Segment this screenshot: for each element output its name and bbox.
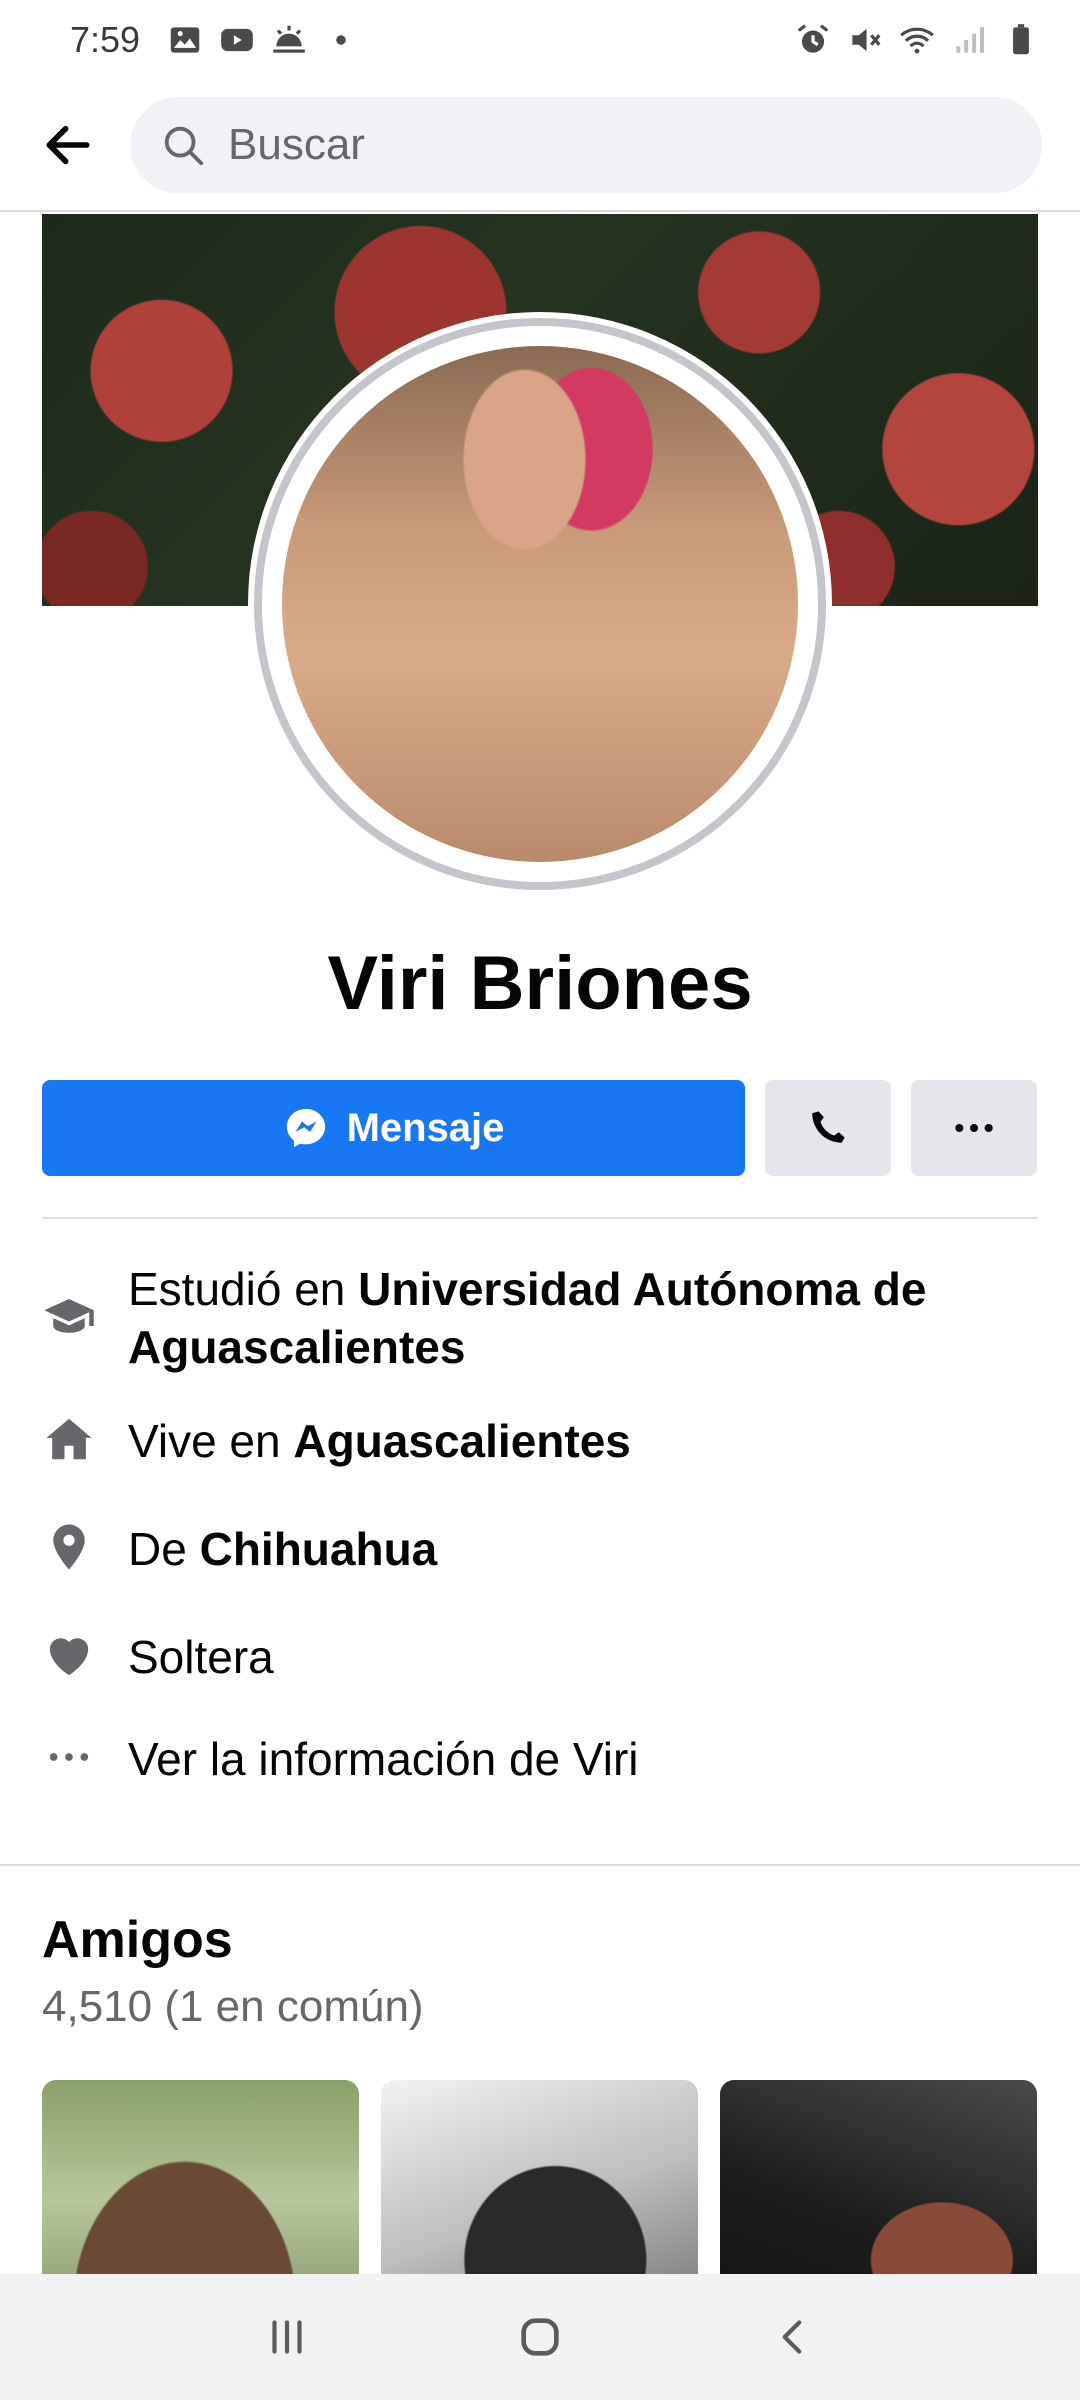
- study-prefix: Estudió en: [128, 1263, 359, 1315]
- weather-icon: [270, 21, 308, 59]
- profile-photo-frame: [248, 312, 832, 896]
- more-icon: [952, 1118, 996, 1138]
- info-see-more[interactable]: Ver la información de Viri: [42, 1730, 1038, 1788]
- status-right-icons: [794, 21, 1040, 59]
- home-button-icon[interactable]: [500, 2297, 580, 2377]
- lives-place[interactable]: Aguascalientes: [293, 1415, 630, 1467]
- battery-icon: [1002, 21, 1040, 59]
- info-from: De Chihuahua: [42, 1520, 1038, 1578]
- status-bar: 7:59: [0, 0, 1080, 80]
- profile-actions: Mensaje: [42, 1080, 1038, 1176]
- profile-name: Viri Briones: [327, 941, 753, 1026]
- friends-title[interactable]: Amigos: [42, 1910, 233, 1970]
- section-divider: [0, 1864, 1080, 1866]
- phone-icon: [807, 1107, 849, 1149]
- friends-grid: [42, 2080, 1038, 2274]
- image-icon: [166, 21, 204, 59]
- call-button[interactable]: [765, 1080, 891, 1176]
- location-pin-icon: [42, 1520, 96, 1574]
- status-time: 7:59: [70, 19, 141, 60]
- signal-icon: [950, 21, 988, 59]
- recent-apps-icon[interactable]: [247, 2297, 327, 2377]
- info-relationship: Soltera: [42, 1628, 1038, 1686]
- back-arrow-icon[interactable]: [38, 115, 98, 175]
- see-more-link[interactable]: Ver la información de Viri: [128, 1730, 639, 1788]
- profile-info-list: Estudió en Universidad Autónoma de Aguas…: [42, 1260, 1038, 1788]
- relationship-text: Soltera: [128, 1631, 274, 1683]
- search-header: [0, 80, 1080, 212]
- info-study: Estudió en Universidad Autónoma de Aguas…: [42, 1260, 1038, 1376]
- profile-photo[interactable]: [282, 346, 798, 862]
- friend-photo[interactable]: [42, 2080, 359, 2274]
- profile-photo-border: [254, 318, 826, 890]
- search-box[interactable]: [130, 97, 1042, 193]
- info-lives: Vive en Aguascalientes: [42, 1412, 1038, 1470]
- graduation-cap-icon: [42, 1290, 96, 1344]
- back-button-icon[interactable]: [753, 2297, 833, 2377]
- info-lives-text: Vive en Aguascalientes: [128, 1412, 631, 1470]
- divider: [42, 1217, 1038, 1219]
- more-button[interactable]: [911, 1080, 1037, 1176]
- alarm-icon: [794, 21, 832, 59]
- message-button[interactable]: Mensaje: [42, 1080, 745, 1176]
- message-label: Mensaje: [346, 1105, 505, 1150]
- search-input[interactable]: [228, 120, 1012, 170]
- friend-photo[interactable]: [381, 2080, 698, 2274]
- from-place[interactable]: Chihuahua: [200, 1523, 438, 1575]
- info-from-text: De Chihuahua: [128, 1520, 437, 1578]
- messenger-icon: [283, 1105, 329, 1151]
- status-left-icons: [166, 21, 360, 59]
- dot-icon: [322, 21, 360, 59]
- info-study-text: Estudió en Universidad Autónoma de Aguas…: [128, 1260, 1038, 1376]
- lives-prefix: Vive en: [128, 1415, 294, 1467]
- wifi-icon: [898, 21, 936, 59]
- search-icon: [160, 121, 206, 169]
- home-icon: [42, 1412, 96, 1466]
- system-nav-bar: [0, 2274, 1080, 2400]
- youtube-icon: [218, 21, 256, 59]
- mute-icon: [846, 21, 884, 59]
- more-icon: [42, 1730, 96, 1784]
- heart-icon: [42, 1628, 96, 1682]
- friend-photo[interactable]: [720, 2080, 1037, 2274]
- friends-count: 4,510 (1 en común): [42, 1982, 424, 2031]
- from-prefix: De: [128, 1523, 200, 1575]
